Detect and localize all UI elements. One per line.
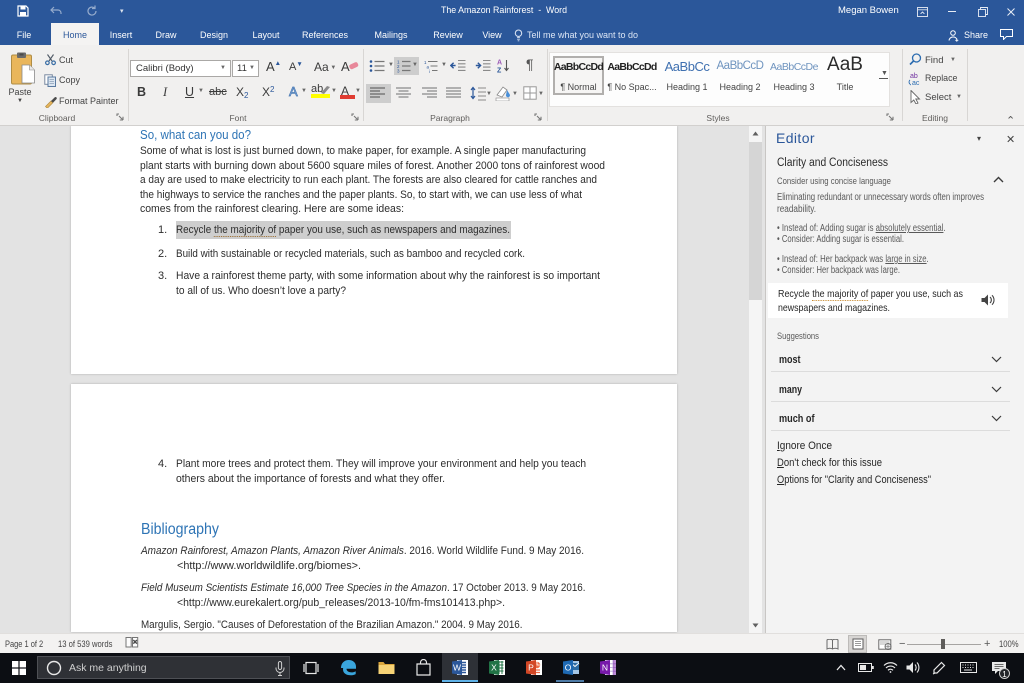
svg-text:ac: ac	[912, 80, 920, 86]
svg-text:Z: Z	[497, 68, 502, 74]
svg-text:A: A	[497, 60, 502, 67]
svg-text:i: i	[429, 69, 430, 73]
svg-text:X: X	[491, 663, 497, 673]
svg-text:N: N	[602, 663, 608, 673]
svg-text:3: 3	[397, 69, 400, 74]
svg-text:ab: ab	[910, 73, 918, 80]
svg-text:O: O	[565, 663, 572, 673]
svg-text:P: P	[528, 663, 534, 673]
svg-text:W: W	[453, 663, 461, 673]
